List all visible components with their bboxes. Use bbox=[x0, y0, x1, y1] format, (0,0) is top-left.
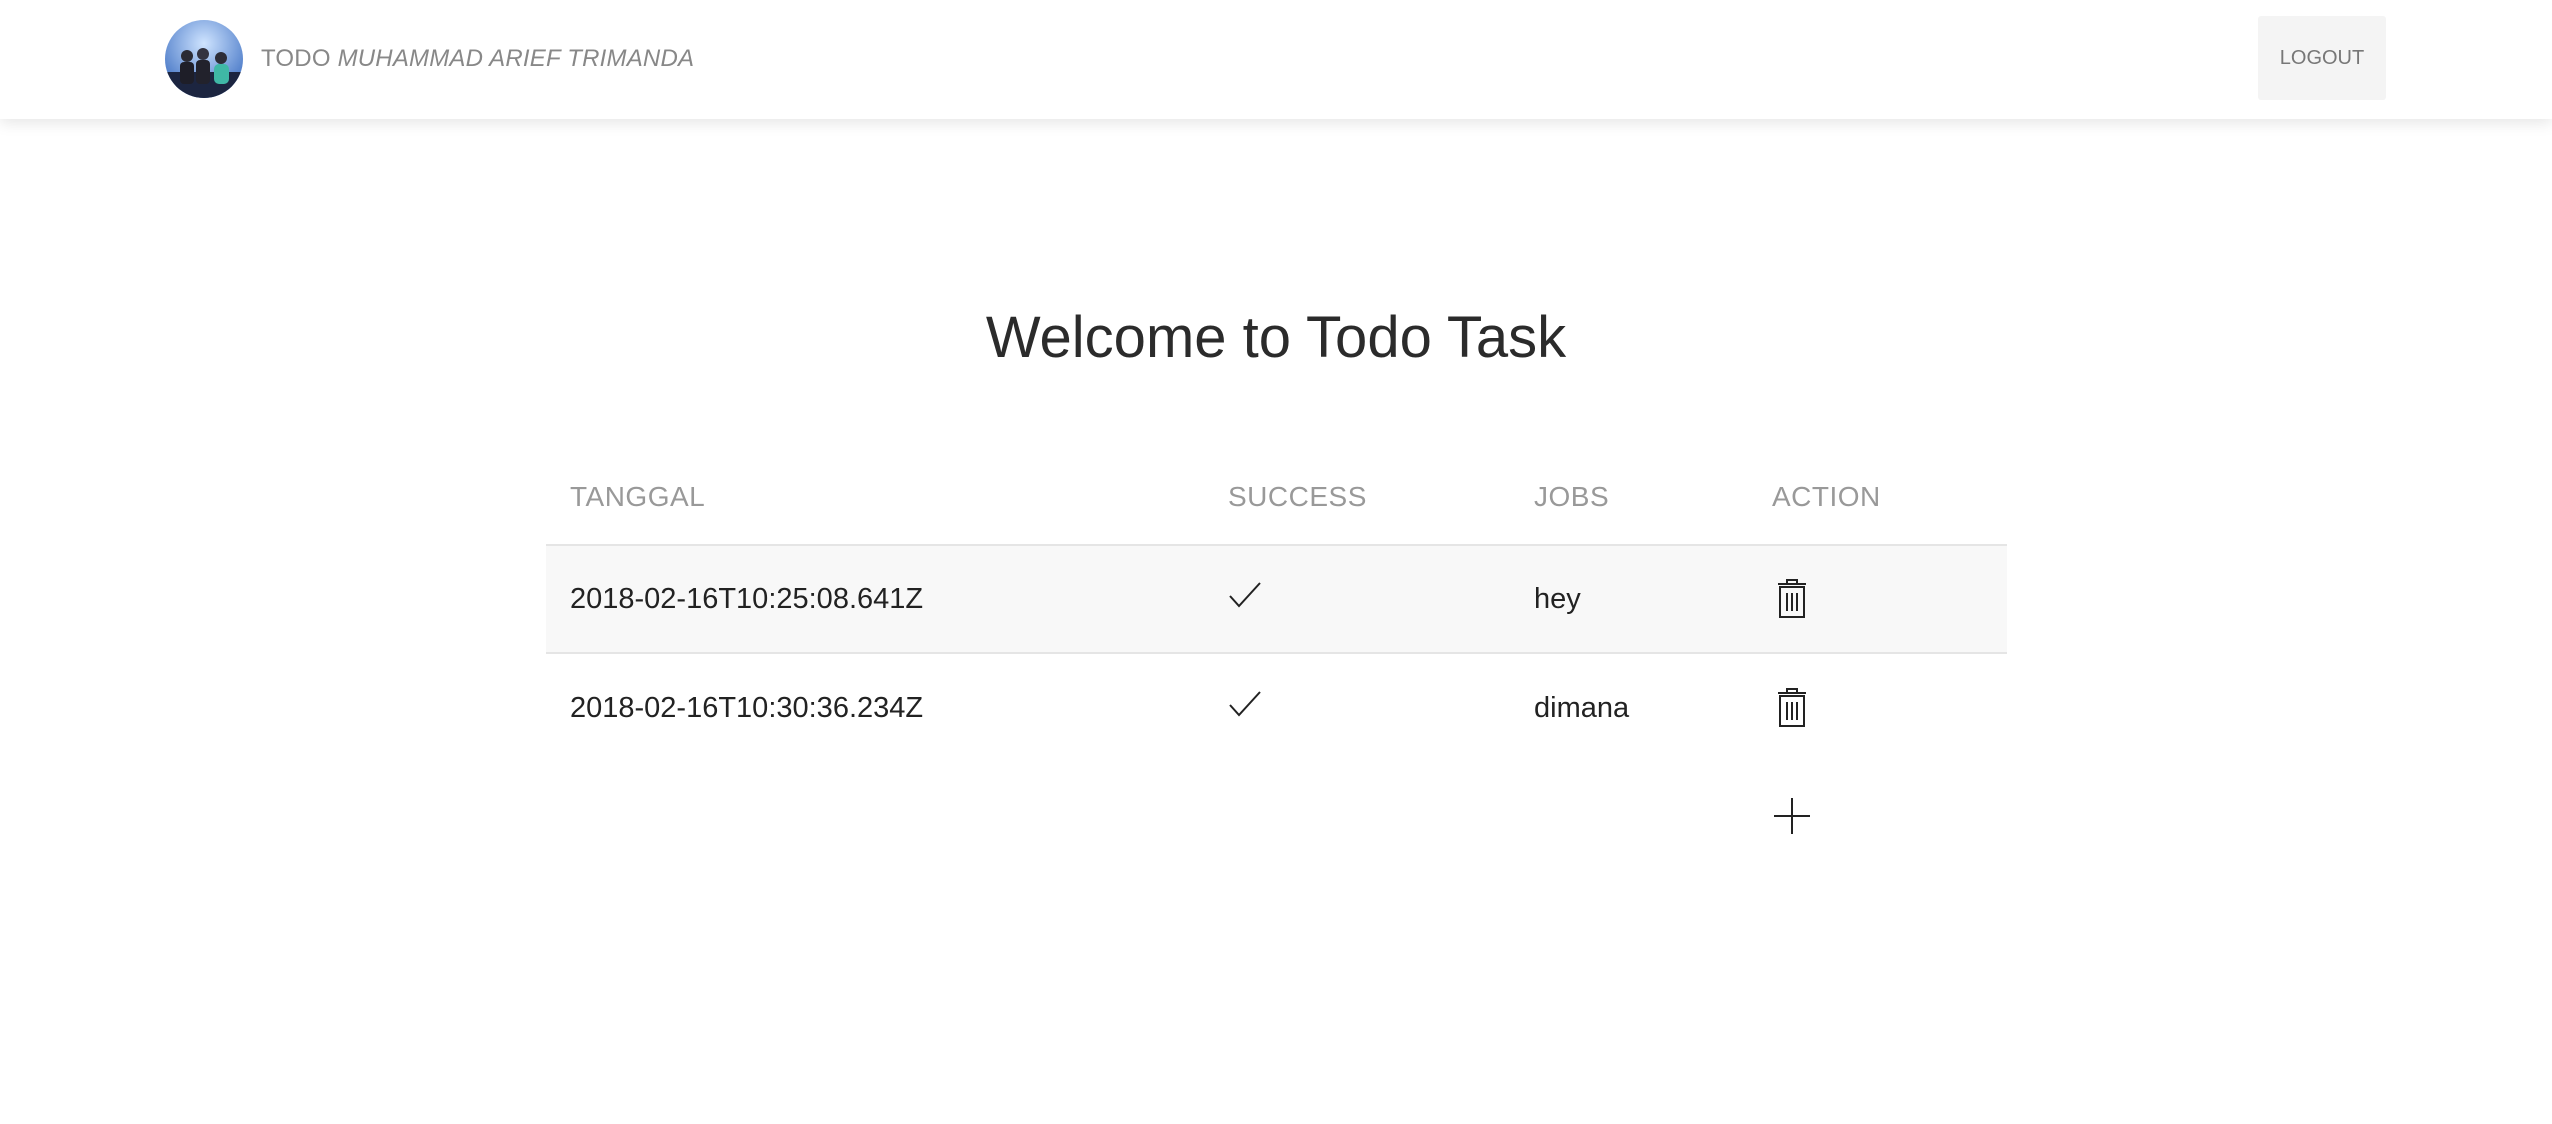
brand[interactable]: TODO MUHAMMAD ARIEF TRIMANDA bbox=[165, 20, 694, 98]
cell-tanggal: 2018-02-16T10:30:36.234Z bbox=[570, 691, 924, 724]
add-row bbox=[546, 762, 2007, 870]
cell-jobs: dimana bbox=[1534, 691, 1630, 724]
trash-icon[interactable] bbox=[1772, 577, 1812, 621]
page-title: Welcome to Todo Task bbox=[985, 305, 1567, 370]
brand-name: MUHAMMAD ARIEF TRIMANDA bbox=[337, 45, 695, 72]
cell-success bbox=[1228, 546, 1262, 652]
column-header-success: SUCCESS bbox=[1228, 481, 1367, 512]
table-row: 2018-02-16T10:25:08.641Z hey bbox=[546, 546, 2007, 654]
table-row: 2018-02-16T10:30:36.234Z dimana bbox=[546, 654, 2007, 762]
column-header-action: ACTION bbox=[1772, 481, 1881, 512]
avatar bbox=[165, 20, 243, 98]
cell-success bbox=[1228, 654, 1262, 762]
logout-button[interactable]: LOGOUT bbox=[2258, 16, 2386, 100]
column-header-jobs: JOBS bbox=[1534, 481, 1610, 512]
cell-action bbox=[1772, 654, 1812, 762]
brand-prefix: TODO bbox=[261, 45, 331, 72]
check-icon bbox=[1228, 689, 1262, 727]
table-header-row: TANGGAL SUCCESS JOBS ACTION bbox=[546, 450, 2007, 546]
cell-add bbox=[1772, 762, 1812, 870]
navbar: TODO MUHAMMAD ARIEF TRIMANDA LOGOUT bbox=[0, 0, 2552, 119]
trash-icon[interactable] bbox=[1772, 686, 1812, 730]
brand-title: TODO MUHAMMAD ARIEF TRIMANDA bbox=[261, 45, 694, 73]
check-icon bbox=[1228, 580, 1262, 618]
cell-action bbox=[1772, 546, 1812, 652]
cell-jobs: hey bbox=[1534, 582, 1581, 615]
plus-icon[interactable] bbox=[1772, 794, 1812, 838]
cell-tanggal: 2018-02-16T10:25:08.641Z bbox=[570, 582, 924, 615]
todo-table: TANGGAL SUCCESS JOBS ACTION 2018-02-16T1… bbox=[546, 450, 2007, 870]
column-header-tanggal: TANGGAL bbox=[570, 481, 706, 512]
